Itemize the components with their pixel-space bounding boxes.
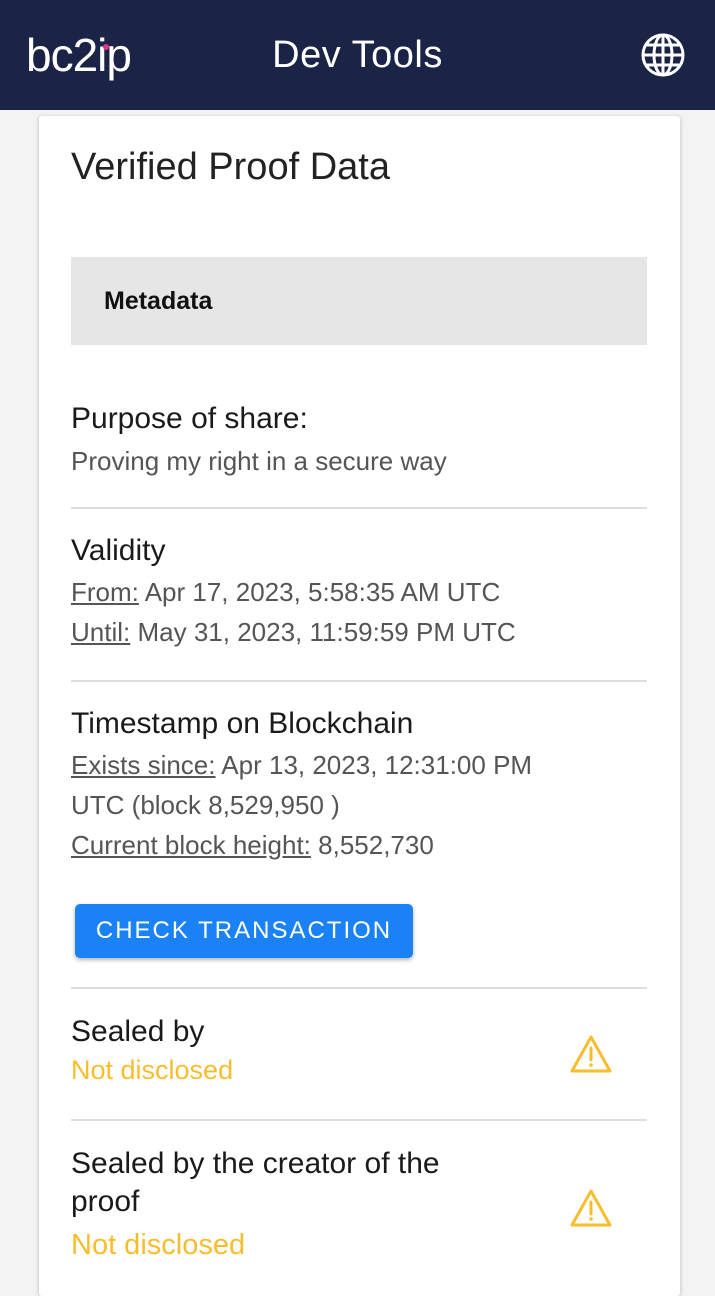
from-label: From:	[71, 577, 139, 607]
exists-label: Exists since:	[71, 750, 216, 780]
timestamp-title: Timestamp on Blockchain	[71, 707, 414, 740]
globe-icon[interactable]	[640, 32, 686, 78]
sealed-by-title: Sealed by	[71, 1015, 205, 1048]
verified-proof-card: Verified Proof Data Metadata Purpose of …	[39, 116, 680, 1296]
warning-icon	[570, 1189, 612, 1227]
logo-accent-dot	[103, 44, 109, 50]
metadata-label: Metadata	[104, 286, 213, 315]
page-title: Dev Tools	[272, 33, 443, 76]
height-value: 8,552,730	[318, 830, 434, 860]
exists-value-line2: UTC (block 8,529,950 )	[71, 790, 340, 820]
warning-icon	[570, 1035, 612, 1073]
divider	[71, 507, 647, 509]
divider	[71, 680, 647, 682]
current-block-height: Current block height: 8,552,730	[71, 825, 647, 865]
sealed-by-status: Not disclosed	[71, 1055, 234, 1085]
purpose-section: Purpose of share: Proving my right in a …	[71, 400, 647, 481]
until-value: May 31, 2023, 11:59:59 PM UTC	[137, 617, 516, 647]
purpose-value: Proving my right in a secure way	[71, 446, 447, 476]
app-bar: bc2ip Dev Tools	[0, 0, 715, 110]
validity-until: Until: May 31, 2023, 11:59:59 PM UTC	[71, 612, 647, 652]
timestamp-section: Timestamp on Blockchain Exists since: Ap…	[71, 705, 647, 865]
until-label: Until:	[71, 617, 131, 647]
check-transaction-button[interactable]: CHECK TRANSACTION	[75, 904, 413, 958]
from-value: Apr 17, 2023, 5:58:35 AM UTC	[144, 577, 501, 607]
card-title: Verified Proof Data	[71, 146, 390, 188]
sealed-by-creator-section: Sealed by the creator of the proof Not d…	[71, 1145, 647, 1262]
divider	[71, 987, 647, 989]
metadata-section-header[interactable]: Metadata	[71, 257, 647, 345]
sealed-by-creator-status: Not disclosed	[71, 1229, 246, 1261]
validity-section: Validity From: Apr 17, 2023, 5:58:35 AM …	[71, 532, 647, 652]
validity-title: Validity	[71, 534, 166, 567]
bc2ip-logo[interactable]: bc2ip	[26, 29, 132, 81]
logo-text: bc2ip	[26, 29, 132, 81]
purpose-title: Purpose of share:	[71, 402, 308, 435]
sealed-by-creator-title-line2: proof	[71, 1185, 140, 1218]
validity-from: From: Apr 17, 2023, 5:58:35 AM UTC	[71, 572, 647, 612]
height-label: Current block height:	[71, 830, 311, 860]
sealed-by-creator-title-line1: Sealed by the creator of the	[71, 1147, 440, 1180]
exists-since: Exists since: Apr 13, 2023, 12:31:00 PM	[71, 745, 647, 785]
divider	[71, 1119, 647, 1121]
sealed-by-section: Sealed by Not disclosed	[71, 1013, 647, 1086]
exists-value-line1: Apr 13, 2023, 12:31:00 PM	[221, 750, 533, 780]
